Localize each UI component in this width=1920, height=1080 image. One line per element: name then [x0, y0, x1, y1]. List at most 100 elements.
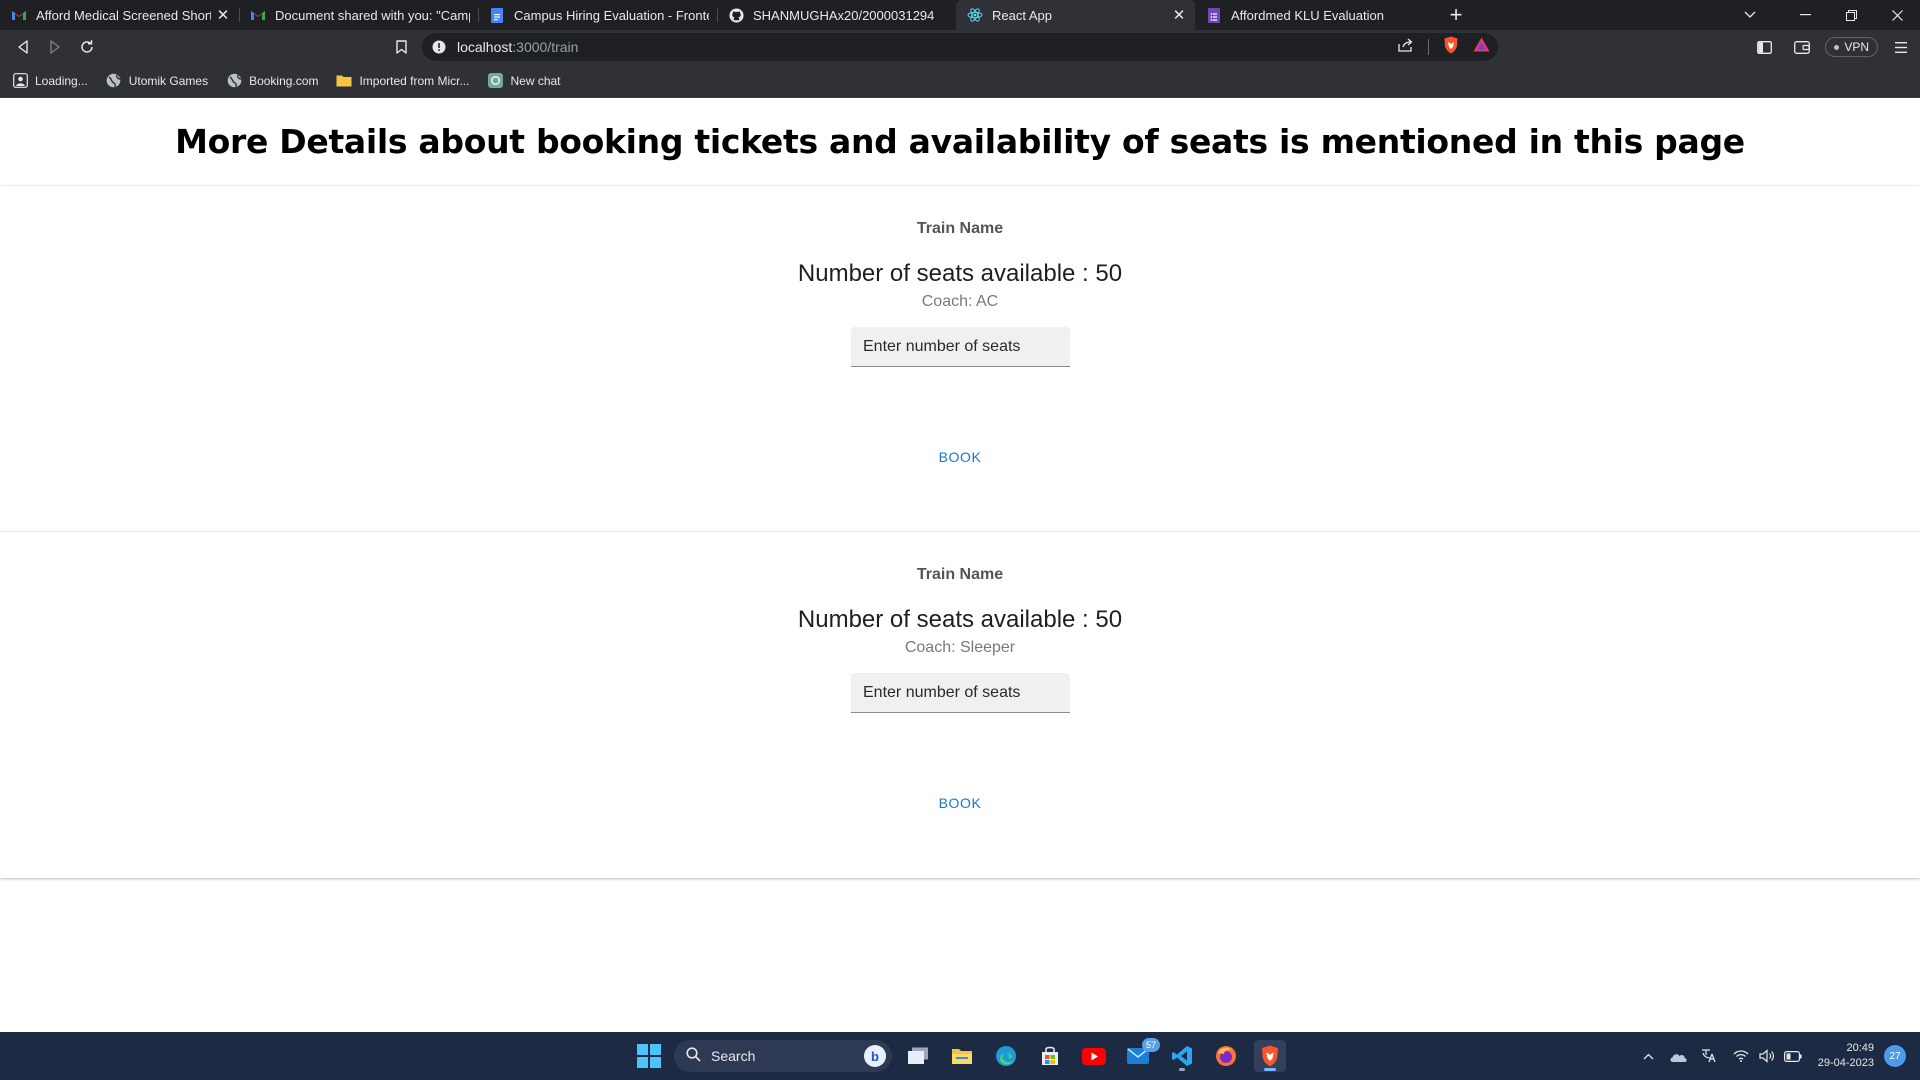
share-icon[interactable]	[1398, 38, 1414, 57]
clock[interactable]: 20:49 29-04-2023	[1818, 1041, 1874, 1071]
wifi-icon[interactable]	[1728, 1043, 1754, 1069]
chevron-down-icon[interactable]	[1730, 0, 1770, 30]
tab-document-shared[interactable]: Document shared with you: "Campus Hiring	[239, 0, 478, 30]
onedrive-weather-icon[interactable]	[1666, 1043, 1692, 1069]
train-card: Train Name Number of seats available : 5…	[0, 186, 1920, 532]
youtube-icon[interactable]	[1078, 1040, 1110, 1072]
battery-icon[interactable]	[1780, 1043, 1806, 1069]
divider	[1428, 39, 1429, 55]
coach-type: Coach: Sleeper	[904, 639, 1016, 656]
bookmark-label: New chat	[510, 73, 561, 88]
seats-input[interactable]	[851, 673, 1070, 713]
book-button[interactable]: BOOK	[920, 785, 1000, 821]
close-window-icon[interactable]	[1874, 0, 1920, 30]
brave-rewards-icon[interactable]	[1473, 37, 1490, 57]
tab-title: Campus Hiring Evaluation - Frontend	[514, 7, 709, 23]
bookmark-label: Utomik Games	[128, 73, 209, 88]
tab-github[interactable]: SHANMUGHAx20/2000031294	[717, 0, 956, 30]
tab-title: Affordmed KLU Evaluation	[1231, 7, 1384, 23]
firefox-icon[interactable]	[1210, 1040, 1242, 1072]
language-icon[interactable]	[1696, 1043, 1722, 1069]
file-explorer-icon[interactable]	[946, 1040, 978, 1072]
gmail-icon	[250, 7, 266, 23]
book-button[interactable]: BOOK	[920, 439, 1000, 475]
tab-react-app[interactable]: React App ✕	[956, 0, 1195, 30]
toolbar-actions: VPN	[1745, 32, 1920, 62]
sidebar-icon[interactable]	[1745, 32, 1783, 62]
windows-start-icon[interactable]	[637, 1044, 661, 1068]
brave-shields-icon[interactable]	[1443, 36, 1459, 59]
info-icon[interactable]	[431, 39, 447, 55]
react-icon	[967, 7, 983, 23]
volume-icon[interactable]	[1754, 1043, 1780, 1069]
brave-browser-icon[interactable]	[1254, 1040, 1286, 1072]
folder-icon	[336, 73, 352, 89]
mail-icon[interactable]: 57	[1122, 1038, 1160, 1072]
taskbar-search[interactable]: Search b	[674, 1040, 892, 1072]
gmail-icon	[11, 7, 27, 23]
running-indicator	[1179, 1068, 1185, 1071]
vscode-icon[interactable]	[1166, 1040, 1198, 1072]
train-card: Train Name Number of seats available : 5…	[0, 532, 1920, 878]
page-icon	[12, 73, 28, 89]
url-text: localhost:3000/train	[457, 39, 578, 55]
tab-affordmed-klu[interactable]: Affordmed KLU Evaluation	[1195, 0, 1434, 30]
docs-icon	[489, 7, 505, 23]
vpn-button[interactable]: VPN	[1825, 37, 1878, 57]
forms-icon	[1206, 7, 1222, 23]
tab-title: SHANMUGHAx20/2000031294	[753, 7, 935, 23]
bookmark-imported-folder[interactable]: Imported from Micr...	[336, 73, 469, 89]
bookmark-new-chat[interactable]: New chat	[487, 73, 561, 89]
system-tray: 20:49 29-04-2023 27	[1636, 1032, 1920, 1080]
clock-time: 20:49	[1846, 1042, 1874, 1054]
vpn-label: VPN	[1844, 40, 1869, 54]
train-name: Train Name	[916, 220, 1004, 237]
seats-available: Number of seats available : 50	[797, 260, 1123, 287]
chatgpt-icon	[487, 73, 503, 89]
active-indicator	[1264, 1068, 1276, 1071]
coach-type: Coach: AC	[921, 293, 999, 310]
reload-icon[interactable]	[72, 32, 102, 62]
close-icon[interactable]: ✕	[215, 7, 231, 24]
back-icon[interactable]	[8, 32, 38, 62]
wallet-icon[interactable]	[1783, 32, 1821, 62]
github-icon	[728, 7, 744, 23]
new-tab-button[interactable]: +	[1440, 0, 1472, 30]
bookmark-booking[interactable]: Booking.com	[226, 73, 318, 89]
seats-available: Number of seats available : 50	[797, 606, 1123, 633]
edge-icon[interactable]	[990, 1040, 1022, 1072]
bookmark-label: Imported from Micr...	[359, 73, 470, 88]
close-icon[interactable]: ✕	[1171, 7, 1187, 24]
bookmark-label: Booking.com	[249, 73, 319, 88]
bookmark-utomik[interactable]: Utomik Games	[106, 73, 208, 89]
tab-campus-hiring[interactable]: Campus Hiring Evaluation - Frontend	[478, 0, 717, 30]
bookmark-label: Loading...	[35, 73, 88, 88]
bookmark-icon[interactable]	[386, 32, 416, 62]
chevron-up-icon[interactable]	[1636, 1043, 1662, 1069]
mail-badge: 57	[1142, 1038, 1160, 1052]
seats-input[interactable]	[851, 327, 1070, 367]
tab-afford-medical[interactable]: Afford Medical Screened Shortlisted ✕	[0, 0, 239, 30]
vpn-status-dot	[1834, 44, 1840, 50]
tab-title: React App	[992, 7, 1052, 23]
bookmark-loading[interactable]: Loading...	[12, 73, 88, 89]
url-path: :3000/train	[512, 39, 579, 55]
restore-icon[interactable]	[1828, 0, 1874, 30]
microsoft-store-icon[interactable]	[1034, 1040, 1066, 1072]
notification-badge[interactable]: 27	[1884, 1045, 1906, 1067]
omnibox-actions	[1398, 33, 1490, 61]
menu-icon[interactable]	[1882, 32, 1920, 62]
forward-icon[interactable]	[40, 32, 70, 62]
bing-icon[interactable]: b	[864, 1045, 886, 1067]
minimize-icon[interactable]	[1782, 0, 1828, 30]
url-host: localhost	[457, 39, 513, 55]
tab-title: Afford Medical Screened Shortlisted	[36, 7, 211, 23]
train-name: Train Name	[916, 566, 1004, 583]
web-page: More Details about booking tickets and a…	[0, 98, 1920, 1032]
globe-icon	[106, 73, 122, 89]
task-view-icon[interactable]	[902, 1040, 934, 1072]
address-bar[interactable]: localhost:3000/train	[422, 33, 1498, 61]
search-icon	[686, 1047, 701, 1065]
window-controls	[1782, 0, 1920, 30]
search-label: Search	[711, 1048, 756, 1064]
